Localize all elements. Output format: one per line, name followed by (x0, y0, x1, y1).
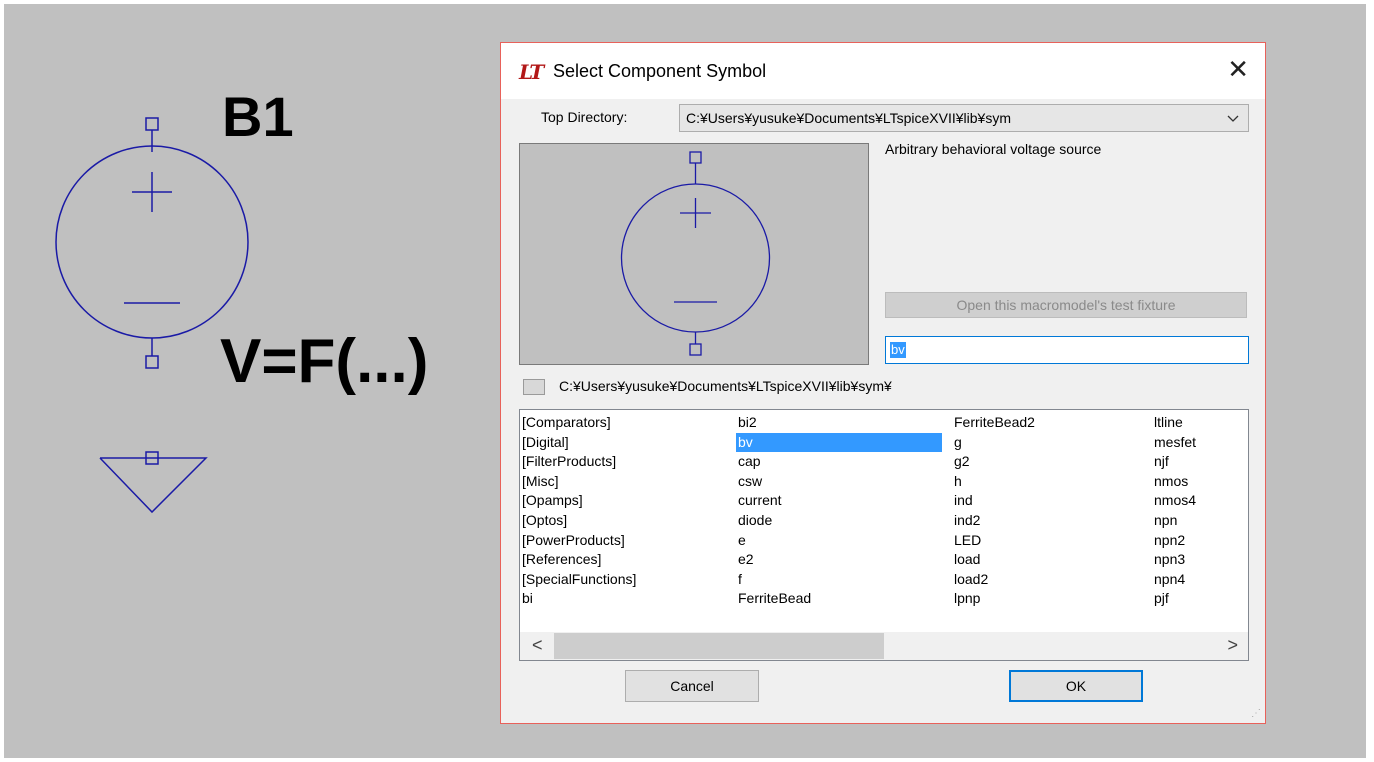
list-item[interactable]: [Optos] (520, 511, 732, 531)
list-item[interactable]: [Misc] (520, 472, 732, 492)
list-item[interactable]: bi (520, 589, 732, 609)
voltage-source-symbol[interactable] (4, 4, 264, 524)
component-ref-label[interactable]: B1 (222, 84, 294, 149)
list-item[interactable]: [SpecialFunctions] (520, 570, 732, 590)
select-component-dialog: LT Select Component Symbol ✕ Top Directo… (500, 42, 1266, 724)
pin-top[interactable] (145, 117, 159, 131)
list-item[interactable]: [PowerProducts] (520, 531, 732, 551)
list-item[interactable]: diode (736, 511, 942, 531)
list-item[interactable]: [Comparators] (520, 413, 732, 433)
list-item[interactable]: ind (952, 491, 1148, 511)
list-item[interactable]: FerriteBead (736, 589, 942, 609)
open-test-fixture-button[interactable]: Open this macromodel's test fixture (885, 292, 1247, 318)
scrollbar-thumb[interactable] (554, 633, 884, 659)
ok-button[interactable]: OK (1009, 670, 1143, 702)
list-item[interactable]: ltline (1152, 413, 1248, 433)
symbol-name-value: bv (890, 342, 906, 358)
list-item[interactable]: load (952, 550, 1148, 570)
list-item[interactable]: [Digital] (520, 433, 732, 453)
list-item[interactable]: g2 (952, 452, 1148, 472)
list-item[interactable]: csw (736, 472, 942, 492)
preview-voltage-source-icon (620, 151, 771, 356)
list-item[interactable]: npn3 (1152, 550, 1248, 570)
list-item[interactable]: [FilterProducts] (520, 452, 732, 472)
close-icon[interactable]: ✕ (1227, 55, 1249, 85)
component-value-label[interactable]: V=F(...) (220, 326, 428, 397)
list-item[interactable]: pjf (1152, 589, 1248, 609)
folder-icon[interactable] (523, 379, 545, 395)
list-item[interactable]: nmos (1152, 472, 1248, 492)
list-item[interactable]: nmos4 (1152, 491, 1248, 511)
list-item[interactable]: load2 (952, 570, 1148, 590)
list-item[interactable]: njf (1152, 452, 1248, 472)
list-item[interactable]: [References] (520, 550, 732, 570)
list-item[interactable]: mesfet (1152, 433, 1248, 453)
symbol-list[interactable]: [Comparators] [Digital] [FilterProducts] [M… (519, 409, 1249, 661)
cancel-button[interactable]: Cancel (625, 670, 759, 702)
list-item[interactable]: npn (1152, 511, 1248, 531)
top-directory-value: C:¥Users¥yusuke¥Documents¥LTspiceXVII¥li… (686, 110, 1011, 126)
horizontal-scrollbar[interactable]: < > (520, 632, 1248, 660)
list-item[interactable]: cap (736, 452, 942, 472)
current-path: C:¥Users¥yusuke¥Documents¥LTspiceXVII¥li… (559, 378, 892, 394)
chevron-down-icon (1227, 115, 1239, 122)
resize-grip-icon[interactable]: ⋰ (1251, 708, 1261, 719)
list-item[interactable]: h (952, 472, 1148, 492)
pin-bottom[interactable] (145, 355, 159, 369)
list-item[interactable]: current (736, 491, 942, 511)
list-item[interactable]: e (736, 531, 942, 551)
lt-logo-icon: LT (519, 60, 544, 84)
list-item[interactable]: lpnp (952, 589, 1148, 609)
list-item[interactable]: npn2 (1152, 531, 1248, 551)
top-directory-select[interactable]: C:¥Users¥yusuke¥Documents¥LTspiceXVII¥li… (679, 104, 1249, 132)
list-item[interactable]: LED (952, 531, 1148, 551)
top-directory-label: Top Directory: (541, 109, 628, 125)
list-item[interactable]: e2 (736, 550, 942, 570)
symbol-description: Arbitrary behavioral voltage source (885, 141, 1102, 157)
list-item[interactable]: FerriteBead2 (952, 413, 1148, 433)
list-item[interactable]: npn4 (1152, 570, 1248, 590)
symbol-name-input[interactable]: bv (885, 336, 1249, 364)
list-item[interactable]: bi2 (736, 413, 942, 433)
list-item[interactable]: ind2 (952, 511, 1148, 531)
list-item[interactable]: bv (736, 432, 942, 453)
symbol-preview (519, 143, 869, 365)
scroll-left-icon[interactable]: < (532, 635, 543, 656)
scroll-right-icon[interactable]: > (1227, 635, 1238, 656)
list-item[interactable]: [Opamps] (520, 491, 732, 511)
ground-symbol (99, 457, 208, 514)
list-item[interactable]: g (952, 433, 1148, 453)
dialog-titlebar[interactable]: LT Select Component Symbol ✕ (501, 43, 1265, 99)
dialog-title: Select Component Symbol (553, 61, 767, 81)
list-item[interactable]: f (736, 570, 942, 590)
